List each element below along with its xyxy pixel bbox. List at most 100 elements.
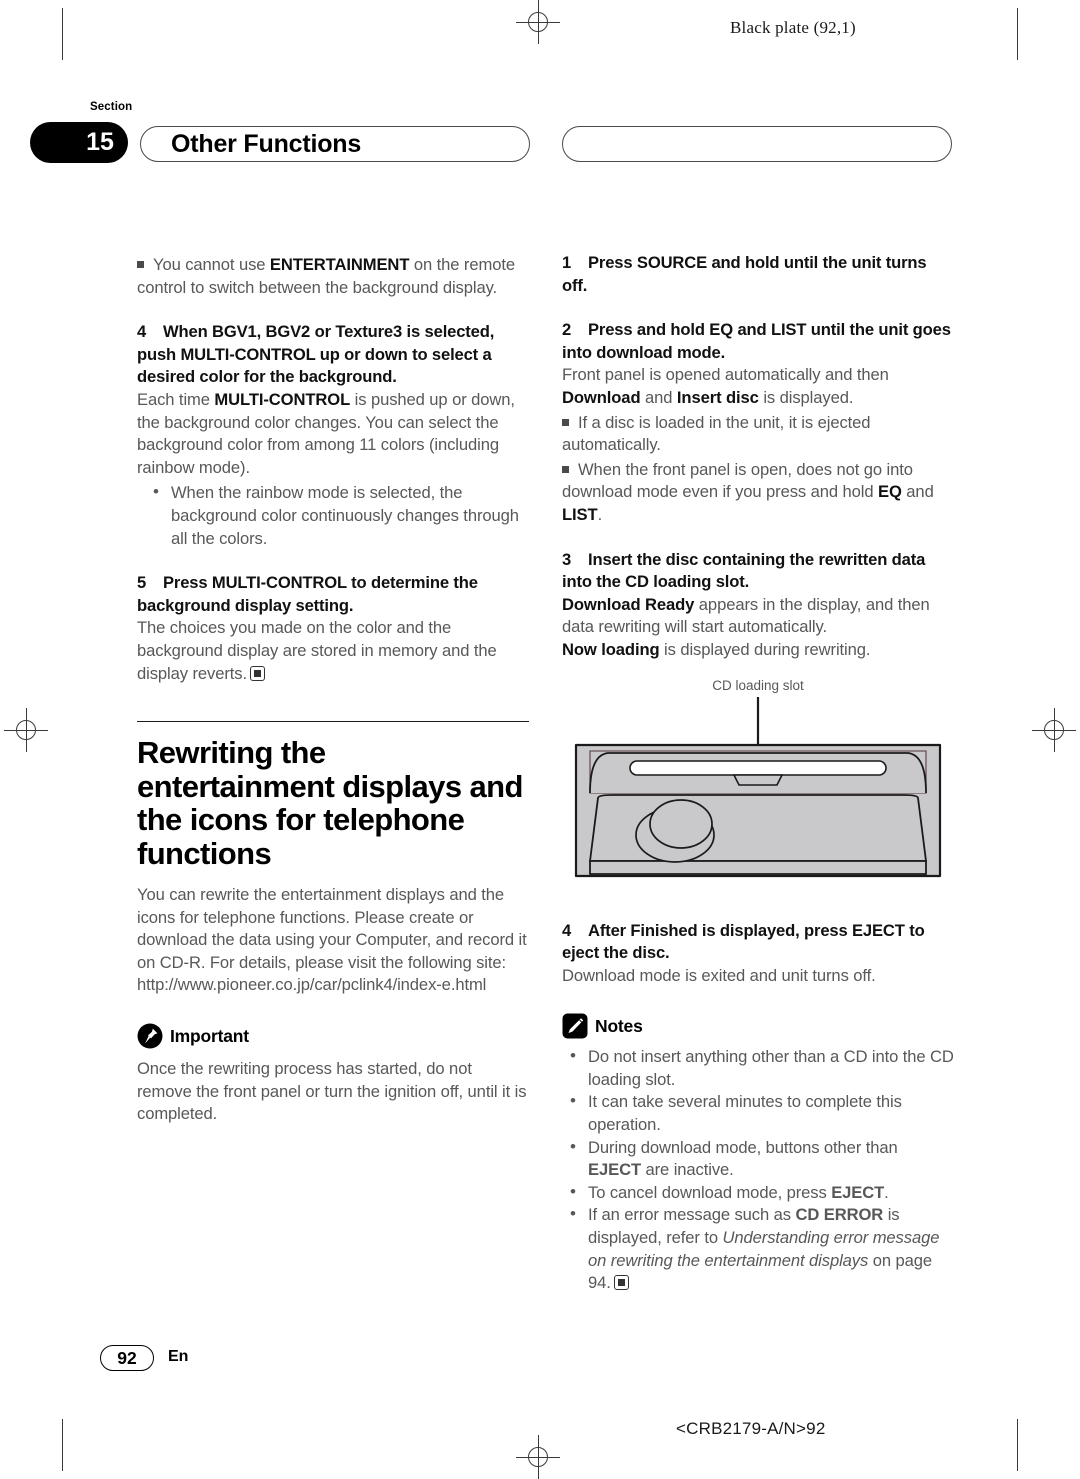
right-step-2-number: 2: [562, 320, 572, 340]
intro-paragraph: You can rewrite the entertainment displa…: [137, 885, 527, 972]
right-step-4-number: 4: [562, 920, 572, 940]
section-title-pill-right: [562, 126, 952, 162]
registration-mark-bottom: [516, 1435, 560, 1479]
pencil-icon: [562, 1013, 588, 1039]
note-3-bold: EJECT: [588, 1160, 641, 1180]
right-step-2: 2 Press and hold EQ and LIST until the un…: [562, 319, 954, 526]
right-step-4-body: Download mode is exited and unit turns o…: [562, 965, 876, 985]
note-2-text: It can take several minutes to complete …: [588, 1092, 902, 1135]
plate-footer-code: <CRB2179-A/N>92: [676, 1419, 826, 1438]
right-step-1-number: 1: [562, 253, 572, 272]
figure-caption: CD loading slot: [712, 677, 804, 693]
section-word-label: Section: [90, 101, 133, 113]
right-step-2-bold1: Download: [562, 387, 641, 407]
left-step-4-number: 4: [137, 322, 147, 342]
right-step-2-note-2-bold2: LIST: [562, 504, 598, 524]
note-4-bold: EJECT: [831, 1182, 885, 1202]
right-step-2-note-1-text: If a disc is loaded in the unit, it is e…: [562, 412, 871, 455]
registration-mark-right: [1032, 708, 1076, 752]
notes-label: Notes: [595, 1015, 643, 1036]
left-step-4-body: Each time MULTI-CONTROL is pushed up or …: [137, 389, 529, 479]
end-of-section-marker-icon: [250, 665, 265, 681]
language-label: En: [168, 1348, 189, 1365]
left-step-4-head: 4 When BGV1, BGV2 or Texture3 is selected…: [137, 321, 529, 389]
right-step-1: 1 Press SOURCE and hold until the unit tu…: [562, 252, 954, 297]
square-bullet-icon: [562, 418, 569, 426]
note-entertainment: You cannot use ENTERTAINMENT on the remo…: [137, 254, 529, 299]
right-step-3-body: Download Ready appears in the display, a…: [562, 594, 954, 662]
note-5-text1: If an error message such as: [588, 1205, 796, 1225]
note-entertainment-bold: ENTERTAINMENT: [269, 255, 410, 274]
pushpin-icon: [137, 1023, 163, 1049]
right-step-2-note-2: When the front panel is open, does not g…: [562, 459, 954, 527]
note-1-text: Do not insert anything other than a CD i…: [588, 1047, 954, 1089]
right-step-3-head-text: Insert the disc containing the rewritten…: [562, 549, 926, 592]
important-body: Once the rewriting process has started, …: [137, 1059, 527, 1124]
crop-mark-bottom-left: [62, 1419, 63, 1471]
note-entertainment-text1: You cannot use: [153, 255, 270, 274]
note-3-text1: During download mode, buttons other than: [588, 1137, 898, 1157]
list-item: It can take several minutes to complete …: [562, 1090, 954, 1136]
left-step-5-number: 5: [137, 573, 147, 593]
end-of-section-marker-icon: [613, 1275, 629, 1291]
right-step-2-note-2-text2: and: [901, 482, 934, 502]
right-step-2-head-text: Press and hold EQ and LIST until the uni…: [562, 320, 951, 362]
right-step-4: 4 After Finished is displayed, press EJEC…: [562, 920, 954, 988]
right-step-2-body: Front panel is opened automatically and …: [562, 364, 954, 409]
list-item: If an error message such as CD ERROR is …: [562, 1203, 954, 1294]
section-title: Other Functions: [171, 129, 362, 158]
left-step-5-head-text: Press MULTI-CONTROL to determine the bac…: [137, 573, 478, 615]
right-step-3-head: 3 Insert the disc containing the rewritte…: [562, 549, 954, 594]
page-number-badge: 92: [100, 1345, 154, 1371]
list-item: During download mode, buttons other than…: [562, 1136, 954, 1182]
crop-mark-top-right: [1017, 8, 1018, 60]
square-bullet-icon: [137, 261, 144, 268]
left-step-4-sub-list: When the rainbow mode is selected, the b…: [137, 481, 529, 550]
right-step-2-note-2-text1: When the front panel is open, does not g…: [562, 459, 913, 502]
important-label: Important: [170, 1025, 249, 1046]
right-step-4-head: 4 After Finished is displayed, press EJEC…: [562, 920, 954, 965]
registration-mark-left: [4, 708, 48, 752]
left-step-5-head: 5 Press MULTI-CONTROL to determine the ba…: [137, 572, 529, 617]
notes-callout-header: Notes: [562, 1013, 954, 1039]
plate-header-label: Black plate (92,1): [730, 18, 856, 37]
left-step-5-body-text: The choices you made on the color and th…: [137, 618, 497, 683]
left-step-5: 5 Press MULTI-CONTROL to determine the ba…: [137, 572, 529, 685]
heading-rule: [137, 721, 529, 723]
registration-mark-top: [516, 0, 560, 44]
list-item: When the rainbow mode is selected, the b…: [137, 481, 529, 550]
right-step-3-number: 3: [562, 549, 572, 569]
right-step-2-body2: and: [640, 387, 677, 407]
right-step-1-head: 1 Press SOURCE and hold until the unit tu…: [562, 252, 954, 297]
right-step-2-note-2-text3: .: [597, 504, 603, 524]
right-step-2-note-2-bold1: EQ: [878, 482, 902, 502]
left-step-4: 4 When BGV1, BGV2 or Texture3 is selected…: [137, 321, 529, 550]
section-number-badge: 15: [30, 122, 128, 163]
right-column: 1 Press SOURCE and hold until the unit tu…: [562, 252, 954, 1295]
cd-slot-figure: CD loading slot: [562, 678, 954, 898]
right-step-2-note-1: If a disc is loaded in the unit, it is e…: [562, 412, 954, 457]
right-step-2-head: 2 Press and hold EQ and LIST until the un…: [562, 319, 954, 364]
important-callout-header: Important: [137, 1023, 529, 1049]
left-step-4-head-text: When BGV1, BGV2 or Texture3 is selected,…: [137, 322, 495, 387]
note-5-bold: CD ERROR: [795, 1205, 884, 1225]
crop-mark-top-left: [62, 8, 63, 60]
right-step-3-body2: is displayed during rewriting.: [659, 639, 871, 659]
car-stereo-front-panel-illustration: [574, 696, 942, 877]
list-item: Do not insert anything other than a CD i…: [562, 1045, 954, 1091]
crop-mark-bottom-right: [1017, 1419, 1018, 1471]
list-item: To cancel download mode, press EJECT.: [562, 1181, 954, 1205]
right-step-2-bold2: Insert disc: [676, 387, 759, 407]
note-3-text2: are inactive.: [640, 1160, 734, 1180]
section-title-pill: Other Functions: [140, 126, 530, 162]
note-4-text2: .: [884, 1182, 889, 1202]
right-step-3-bold1: Download Ready: [562, 594, 695, 614]
right-step-3-bold2: Now loading: [562, 639, 660, 659]
square-bullet-icon: [562, 465, 569, 473]
note-4-text1: To cancel download mode, press: [588, 1182, 832, 1202]
page-title: Rewriting the entertainment displays and…: [137, 735, 523, 871]
right-step-2-body1: Front panel is opened automatically and …: [562, 365, 889, 385]
right-step-2-body3: is displayed.: [758, 387, 854, 407]
notes-list: Do not insert anything other than a CD i…: [562, 1045, 954, 1295]
left-step-4-body1: Each time: [137, 389, 215, 409]
